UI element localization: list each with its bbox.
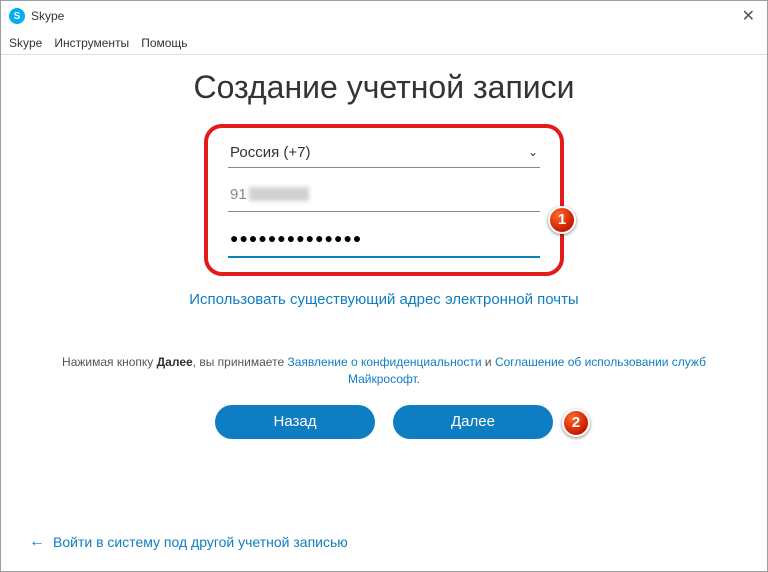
country-label: Россия (+7) bbox=[230, 144, 310, 161]
button-row: Назад Далее 2 bbox=[184, 405, 584, 439]
menu-skype[interactable]: Skype bbox=[9, 36, 42, 50]
sign-in-other-account-link[interactable]: ← Войти в систему под другой учетной зап… bbox=[29, 533, 348, 551]
menubar: Skype Инструменты Помощь bbox=[1, 31, 767, 55]
phone-obscured bbox=[249, 187, 309, 201]
next-button[interactable]: Далее bbox=[393, 405, 553, 439]
titlebar: S Skype ✕ bbox=[1, 1, 767, 31]
footer-link-text: Войти в систему под другой учетной запис… bbox=[53, 534, 348, 550]
password-input[interactable]: ●●●●●●●●●●●●●● bbox=[228, 212, 540, 258]
privacy-link[interactable]: Заявление о конфиденциальности bbox=[287, 355, 481, 369]
back-button[interactable]: Назад bbox=[215, 405, 375, 439]
phone-prefix: 91 bbox=[230, 186, 247, 203]
arrow-left-icon: ← bbox=[29, 533, 45, 551]
content: Создание учетной записи Россия (+7) ⌄ 91… bbox=[1, 55, 767, 439]
page-title: Создание учетной записи bbox=[61, 69, 707, 106]
annotation-badge-1: 1 bbox=[548, 206, 576, 234]
password-dots: ●●●●●●●●●●●●●● bbox=[230, 230, 362, 246]
country-select[interactable]: Россия (+7) ⌄ bbox=[228, 138, 540, 168]
use-existing-email-link[interactable]: Использовать существующий адрес электрон… bbox=[61, 290, 707, 310]
menu-tools[interactable]: Инструменты bbox=[54, 36, 129, 50]
annotation-badge-2: 2 bbox=[562, 409, 590, 437]
close-icon[interactable]: ✕ bbox=[738, 6, 759, 26]
terms-text: Нажимая кнопку Далее, вы принимаете Заяв… bbox=[61, 354, 707, 389]
chevron-down-icon: ⌄ bbox=[528, 145, 538, 159]
menu-help[interactable]: Помощь bbox=[141, 36, 187, 50]
app-window: S Skype ✕ Skype Инструменты Помощь Созда… bbox=[0, 0, 768, 572]
phone-input[interactable]: 91 bbox=[228, 168, 540, 212]
skype-icon: S bbox=[9, 8, 25, 24]
window-title: Skype bbox=[31, 9, 64, 23]
signup-form-highlight: Россия (+7) ⌄ 91 ●●●●●●●●●●●●●● 1 bbox=[204, 124, 564, 276]
